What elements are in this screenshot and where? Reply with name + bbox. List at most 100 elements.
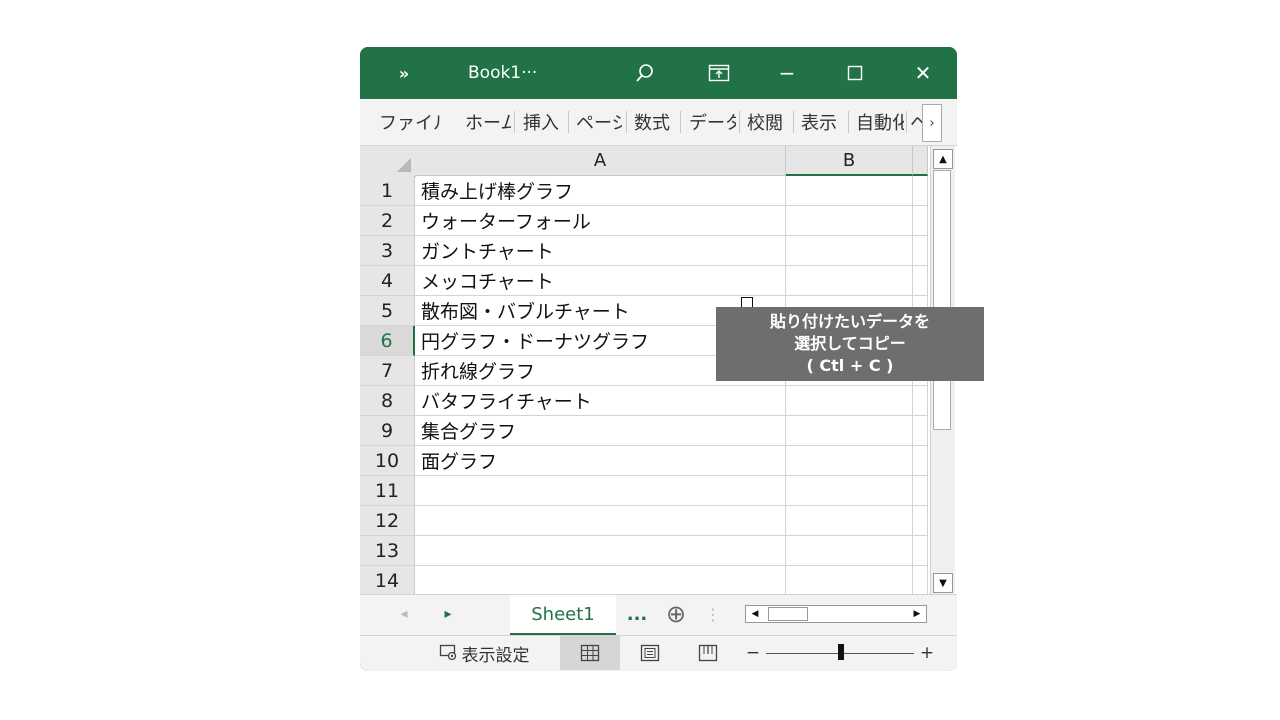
row-header[interactable]: 9 [360, 416, 415, 446]
title-bar: » Book1··· − ✕ [360, 47, 957, 99]
ribbon-scroll-right-button[interactable]: › [922, 104, 942, 142]
cell-a[interactable]: ガントチャート [415, 236, 786, 266]
cell-b[interactable] [786, 566, 913, 596]
cell-b[interactable] [786, 506, 913, 536]
zoom-slider-knob[interactable] [838, 644, 844, 660]
column-header-a[interactable]: A [415, 146, 786, 176]
tab-formulas[interactable]: 数式 [634, 99, 674, 145]
cell-b[interactable] [786, 386, 913, 416]
cell-a[interactable] [415, 476, 786, 506]
column-header-b[interactable]: B [786, 146, 913, 176]
normal-view-icon[interactable] [560, 636, 620, 670]
cell-c[interactable] [913, 206, 928, 236]
cell-b[interactable] [786, 416, 913, 446]
sheet-nav-prev-icon[interactable]: ◂ [390, 595, 418, 633]
tab-separator [739, 111, 740, 133]
cell-c[interactable] [913, 476, 928, 506]
window-title: Book1··· [468, 63, 538, 83]
page-layout-view-icon[interactable] [628, 636, 672, 670]
search-icon[interactable] [628, 47, 662, 99]
sheet-tab-sheet1[interactable]: Sheet1 [510, 595, 616, 635]
cell-b[interactable] [786, 446, 913, 476]
row-header[interactable]: 6 [360, 326, 415, 356]
tooltip-line-3: ( Ctl + C ) [806, 356, 894, 375]
cell-c[interactable] [913, 266, 928, 296]
scroll-left-icon[interactable]: ◀ [746, 606, 764, 622]
cell-c[interactable] [913, 416, 928, 446]
row-header[interactable]: 13 [360, 536, 415, 566]
row-header[interactable]: 8 [360, 386, 415, 416]
cell-b[interactable] [786, 176, 913, 206]
cell-a[interactable] [415, 506, 786, 536]
tab-review[interactable]: 校閲 [747, 99, 787, 145]
cell-c[interactable] [913, 506, 928, 536]
cell-a[interactable] [415, 566, 786, 596]
tab-home[interactable]: ホーム [465, 99, 511, 145]
cell-b[interactable] [786, 236, 913, 266]
horizontal-scroll-thumb[interactable] [768, 607, 808, 621]
tab-automate[interactable]: 自動化 [856, 99, 904, 145]
cell-b[interactable] [786, 266, 913, 296]
tab-view[interactable]: 表示 [801, 99, 841, 145]
more-sheets-button[interactable]: ... [624, 595, 650, 633]
cell-b[interactable] [786, 206, 913, 236]
cell-b[interactable] [786, 536, 913, 566]
maximize-icon[interactable] [838, 47, 872, 99]
cell-c[interactable] [913, 236, 928, 266]
select-all-button[interactable] [360, 146, 416, 177]
row-header[interactable]: 1 [360, 176, 415, 206]
instruction-tooltip: 貼り付けたいデータを 選択してコピー ( Ctl + C ) [716, 307, 984, 381]
cell-c[interactable] [913, 446, 928, 476]
cell-a[interactable]: バタフライチャート [415, 386, 786, 416]
display-settings-button[interactable]: 表示設定 [432, 636, 536, 670]
add-sheet-icon[interactable]: ⊕ [662, 595, 690, 633]
row-header[interactable]: 2 [360, 206, 415, 236]
tab-data[interactable]: データ [689, 99, 736, 145]
tab-separator [793, 111, 794, 133]
minimize-icon[interactable]: − [770, 47, 804, 99]
tab-separator [626, 111, 627, 133]
cell-c[interactable] [913, 386, 928, 416]
tab-page-layout[interactable]: ページ [576, 99, 622, 145]
column-header-c[interactable] [913, 146, 928, 176]
cell-a[interactable]: メッコチャート [415, 266, 786, 296]
horizontal-scrollbar[interactable]: ◀ ▶ [745, 605, 927, 623]
zoom-in-button[interactable]: + [917, 636, 937, 670]
row-header[interactable]: 5 [360, 296, 415, 326]
cell-a[interactable]: ウォーターフォール [415, 206, 786, 236]
row-header[interactable]: 7 [360, 356, 415, 386]
zoom-out-button[interactable]: − [743, 636, 763, 670]
row-header[interactable]: 12 [360, 506, 415, 536]
row-header[interactable]: 11 [360, 476, 415, 506]
cell-a[interactable]: 集合グラフ [415, 416, 786, 446]
tab-file[interactable]: ファイル [379, 99, 441, 145]
tab-insert[interactable]: 挿入 [523, 99, 563, 145]
tab-separator [680, 111, 681, 133]
close-icon[interactable]: ✕ [906, 47, 940, 99]
cell-c[interactable] [913, 176, 928, 206]
sheet-tab-bar: ◂ ▸ Sheet1 ... ⊕ ⋮ ◀ ▶ [360, 594, 957, 635]
cell-b[interactable] [786, 476, 913, 506]
vertical-scroll-thumb[interactable] [933, 170, 951, 430]
row-header[interactable]: 3 [360, 236, 415, 266]
cell-c[interactable] [913, 536, 928, 566]
sheet-nav-next-icon[interactable]: ▸ [434, 595, 462, 633]
cell-c[interactable] [913, 566, 928, 596]
ribbon-tabs: ファイル ホーム 挿入 ページ 数式 データ 校閲 表示 自動化 ヘ › [360, 99, 957, 146]
cell-a[interactable]: 積み上げ棒グラフ [415, 176, 786, 206]
row-header[interactable]: 14 [360, 566, 415, 596]
tab-separator [568, 111, 569, 133]
page-break-view-icon[interactable] [686, 636, 730, 670]
scroll-down-icon[interactable]: ▼ [933, 573, 953, 593]
split-grip-icon[interactable]: ⋮ [705, 595, 721, 633]
scroll-up-icon[interactable]: ▲ [933, 149, 953, 169]
scroll-right-icon[interactable]: ▶ [908, 606, 926, 622]
ribbon-display-icon[interactable] [702, 47, 736, 99]
tab-help[interactable]: ヘ [910, 99, 922, 145]
expand-icon[interactable]: » [388, 47, 420, 99]
tooltip-line-1: 貼り付けたいデータを [769, 312, 930, 331]
cell-a[interactable]: 面グラフ [415, 446, 786, 476]
row-header[interactable]: 4 [360, 266, 415, 296]
row-header[interactable]: 10 [360, 446, 415, 476]
cell-a[interactable] [415, 536, 786, 566]
